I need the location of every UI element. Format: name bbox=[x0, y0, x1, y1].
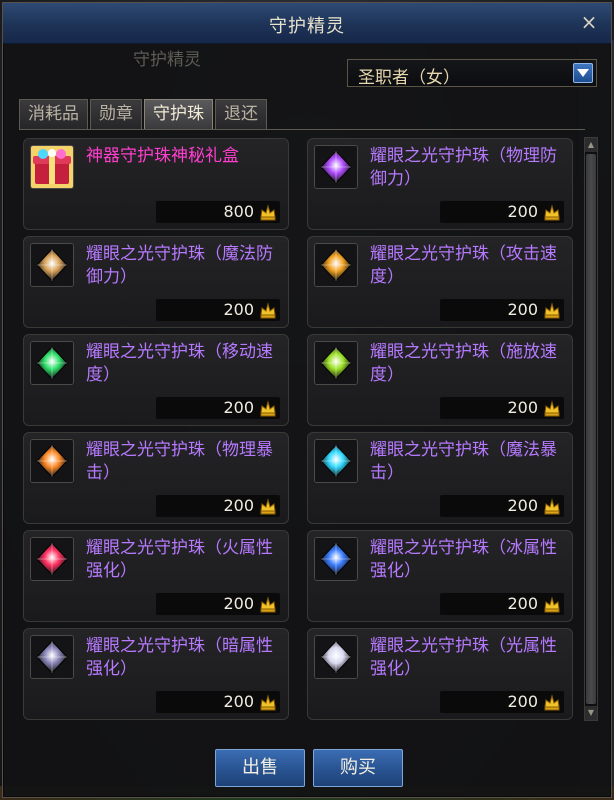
gold-coin-icon bbox=[542, 398, 562, 418]
gold-coin-icon bbox=[258, 594, 278, 614]
item-name: 耀眼之光守护珠（魔法防御力） bbox=[86, 244, 273, 287]
amber-gem-icon bbox=[30, 243, 74, 287]
price-bar: 200 bbox=[156, 593, 280, 615]
item-card[interactable]: 耀眼之光守护珠（移动速度） 200 bbox=[23, 334, 289, 426]
white-gem-icon bbox=[314, 635, 358, 679]
category-tabs: 消耗品 勋章 守护珠 退还 bbox=[19, 99, 269, 129]
item-card[interactable]: 耀眼之光守护珠（物理暴击） 200 bbox=[23, 432, 289, 524]
purple-gem-icon bbox=[314, 145, 358, 189]
gold-coin-icon bbox=[542, 692, 562, 712]
tab-3[interactable]: 退还 bbox=[215, 99, 267, 129]
item-card[interactable]: 耀眼之光守护珠（魔法暴击） 200 bbox=[307, 432, 573, 524]
item-card[interactable]: 神器守护珠神秘礼盒 800 bbox=[23, 138, 289, 230]
item-price: 200 bbox=[507, 202, 538, 221]
item-name: 耀眼之光守护珠（冰属性强化） bbox=[370, 538, 557, 581]
item-card[interactable]: 耀眼之光守护珠（冰属性强化） 200 bbox=[307, 530, 573, 622]
gold-coin-icon bbox=[542, 496, 562, 516]
price-bar: 200 bbox=[440, 495, 564, 517]
item-price: 800 bbox=[223, 202, 254, 221]
gold-coin-icon bbox=[258, 692, 278, 712]
item-price: 200 bbox=[507, 300, 538, 319]
gift-box-icon bbox=[30, 145, 74, 189]
dark-gem-icon bbox=[30, 635, 74, 679]
price-bar: 200 bbox=[440, 201, 564, 223]
orange-gem-icon bbox=[30, 439, 74, 483]
class-selector[interactable]: 圣职者（女） bbox=[347, 59, 597, 88]
price-bar: 200 bbox=[440, 691, 564, 713]
green-gem-icon bbox=[30, 341, 74, 385]
item-card[interactable]: 耀眼之光守护珠（施放速度） 200 bbox=[307, 334, 573, 426]
item-name: 耀眼之光守护珠（攻击速度） bbox=[370, 244, 557, 287]
gold-coin-icon bbox=[258, 300, 278, 320]
red-gem-icon bbox=[30, 537, 74, 581]
item-price: 200 bbox=[507, 692, 538, 711]
item-price: 200 bbox=[223, 594, 254, 613]
gold-coin-icon bbox=[542, 202, 562, 222]
cyan-gem-icon bbox=[314, 439, 358, 483]
tab-1[interactable]: 勋章 bbox=[90, 99, 142, 129]
item-name: 耀眼之光守护珠（暗属性强化） bbox=[86, 636, 273, 679]
item-price: 200 bbox=[223, 692, 254, 711]
item-price: 200 bbox=[223, 300, 254, 319]
blue-gem-icon bbox=[314, 537, 358, 581]
gold-coin-icon bbox=[542, 300, 562, 320]
scroll-up-icon[interactable]: ▲ bbox=[585, 138, 597, 152]
scroll-thumb[interactable] bbox=[586, 154, 596, 704]
buy-button[interactable]: 购买 bbox=[313, 749, 403, 787]
item-name: 神器守护珠神秘礼盒 bbox=[86, 146, 239, 166]
price-bar: 200 bbox=[156, 299, 280, 321]
lime-gem-icon bbox=[314, 341, 358, 385]
item-name: 耀眼之光守护珠（魔法暴击） bbox=[370, 440, 557, 483]
sell-button[interactable]: 出售 bbox=[215, 749, 305, 787]
item-name: 耀眼之光守护珠（物理暴击） bbox=[86, 440, 273, 483]
item-price: 200 bbox=[223, 398, 254, 417]
gold-coin-icon bbox=[258, 202, 278, 222]
price-bar: 200 bbox=[440, 299, 564, 321]
guardian-spirit-window: 守护精灵 × 守护精灵 圣职者（女） 消耗品 勋章 守护珠 退还 神器守护珠神秘礼盒 8… bbox=[2, 2, 612, 798]
price-bar: 200 bbox=[440, 397, 564, 419]
item-card[interactable]: 耀眼之光守护珠（暗属性强化） 200 bbox=[23, 628, 289, 720]
item-card[interactable]: 耀眼之光守护珠（火属性强化） 200 bbox=[23, 530, 289, 622]
item-card[interactable]: 耀眼之光守护珠（光属性强化） 200 bbox=[307, 628, 573, 720]
window-titlebar[interactable]: 守护精灵 × bbox=[3, 3, 611, 44]
item-name: 耀眼之光守护珠（施放速度） bbox=[370, 342, 557, 385]
background-label: 守护精灵 bbox=[133, 50, 201, 70]
item-name: 耀眼之光守护珠（物理防御力） bbox=[370, 146, 557, 189]
item-card[interactable]: 耀眼之光守护珠（魔法防御力） 200 bbox=[23, 236, 289, 328]
item-price: 200 bbox=[507, 496, 538, 515]
tab-0[interactable]: 消耗品 bbox=[19, 99, 88, 129]
gold-coin-icon bbox=[258, 496, 278, 516]
item-list: 神器守护珠神秘礼盒 800 耀眼之光守护珠（物理防御力） 200 耀眼之光守护珠（魔法防… bbox=[19, 129, 585, 724]
list-scrollbar[interactable]: ▲ ▼ bbox=[584, 137, 598, 721]
item-price: 200 bbox=[507, 594, 538, 613]
price-bar: 200 bbox=[156, 397, 280, 419]
price-bar: 800 bbox=[156, 201, 280, 223]
tab-2[interactable]: 守护珠 bbox=[144, 99, 213, 129]
window-title: 守护精灵 bbox=[269, 16, 345, 37]
item-card[interactable]: 耀眼之光守护珠（物理防御力） 200 bbox=[307, 138, 573, 230]
gold-coin-icon bbox=[542, 594, 562, 614]
price-bar: 200 bbox=[156, 495, 280, 517]
class-selector-value: 圣职者（女） bbox=[358, 68, 460, 88]
item-card[interactable]: 耀眼之光守护珠（攻击速度） 200 bbox=[307, 236, 573, 328]
price-bar: 200 bbox=[440, 593, 564, 615]
close-icon[interactable]: × bbox=[577, 10, 601, 34]
orange-gem-icon bbox=[314, 243, 358, 287]
item-name: 耀眼之光守护珠（火属性强化） bbox=[86, 538, 273, 581]
item-price: 200 bbox=[223, 496, 254, 515]
item-name: 耀眼之光守护珠（光属性强化） bbox=[370, 636, 557, 679]
price-bar: 200 bbox=[156, 691, 280, 713]
gold-coin-icon bbox=[258, 398, 278, 418]
item-price: 200 bbox=[507, 398, 538, 417]
chevron-down-icon[interactable] bbox=[573, 63, 593, 83]
scroll-down-icon[interactable]: ▼ bbox=[585, 706, 597, 720]
item-name: 耀眼之光守护珠（移动速度） bbox=[86, 342, 273, 385]
